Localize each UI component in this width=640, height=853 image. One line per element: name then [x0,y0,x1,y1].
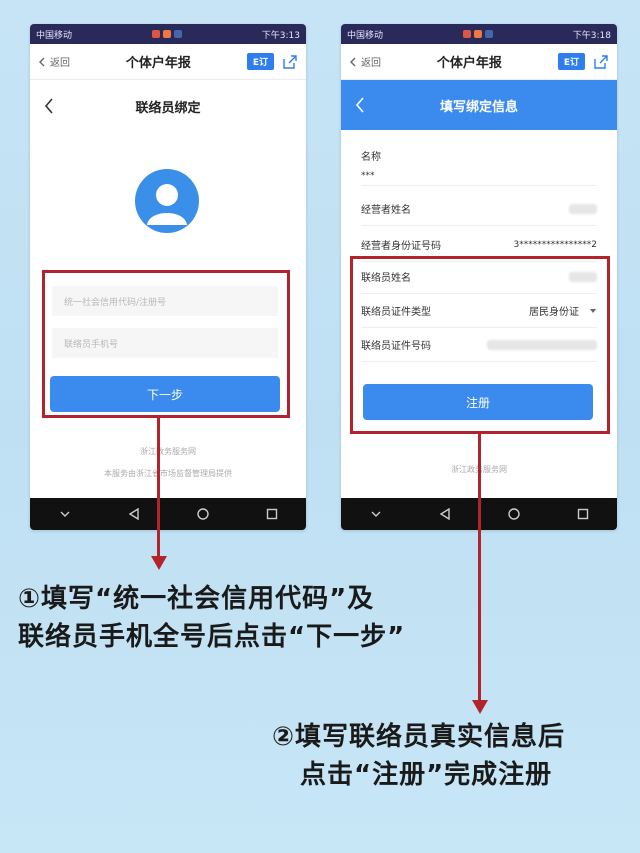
back-link[interactable]: 返回 [349,54,381,69]
android-nav-bar [30,498,306,530]
status-icons [151,30,182,38]
highlight-box-step2 [350,256,610,434]
notification-icon [173,30,182,38]
carrier-label: 中国移动 [347,30,384,41]
e-order-button[interactable]: E订 [557,53,585,70]
nav-actions: E订 [557,53,609,70]
back-label: 返回 [361,58,381,69]
operator-name-row: 经营者姓名 [361,192,597,226]
page-title: 填写绑定信息 [439,99,518,115]
back-arrow-icon[interactable] [44,98,54,114]
home-circle-icon[interactable] [507,508,520,520]
nav-title: 个体户年报 [436,56,502,71]
back-label: 返回 [50,58,70,69]
highlight-box-step1 [42,270,290,418]
step2-caption-line2: 点击“注册”完成注册 [300,760,553,790]
page-header: 联络员绑定 [30,80,306,132]
operator-name-label: 经营者姓名 [361,205,411,216]
back-triangle-icon[interactable] [128,508,140,520]
chevron-left-icon [350,57,356,66]
chevron-down-icon[interactable] [370,509,382,519]
status-bar: 中国移动 下午3:13 [30,24,306,44]
chevron-down-icon[interactable] [59,509,71,519]
carrier-label: 中国移动 [36,30,73,41]
arrow-head-step2 [472,700,488,714]
home-circle-icon[interactable] [196,508,209,520]
page-header: 填写绑定信息 [341,80,617,130]
name-value-row: *** [361,166,597,186]
name-label-row: 名称 [361,148,597,163]
name-value: *** [361,170,375,181]
notification-icon [462,30,471,38]
back-arrow-icon[interactable] [355,97,365,113]
share-icon[interactable] [282,54,298,70]
arrow-head-step1 [151,556,167,570]
clock-label: 下午3:13 [261,30,300,41]
app-navbar: 返回 个体户年报 E订 [30,44,306,80]
page-title: 联络员绑定 [135,100,201,116]
step2-caption-line1: ②填写联络员真实信息后 [272,722,566,752]
clock-label: 下午3:18 [572,30,611,41]
arrow-line-step2 [478,434,481,702]
back-triangle-icon[interactable] [439,508,451,520]
back-link[interactable]: 返回 [38,54,70,69]
notification-icon [162,30,171,38]
name-label: 名称 [361,152,381,163]
notification-icon [473,30,482,38]
nav-title: 个体户年报 [125,56,191,71]
step1-caption-line2: 联络员手机全号后点击“下一步” [18,622,406,652]
recents-square-icon[interactable] [266,508,278,520]
arrow-line-step1 [157,418,160,558]
footer-line-1: 浙江政务服务网 [140,447,196,456]
operator-name-value [569,203,597,214]
footer-line-2: 本服务由浙江省市场监督管理局提供 [104,469,232,478]
avatar-icon [135,169,199,233]
e-order-button[interactable]: E订 [246,53,274,70]
operator-id-value: 3****************2 [513,239,597,250]
recents-square-icon[interactable] [577,508,589,520]
step1-caption-line1: ①填写“统一社会信用代码”及 [18,584,375,614]
notification-icon [484,30,493,38]
chevron-left-icon [39,57,45,66]
operator-id-label: 经营者身份证号码 [361,241,441,252]
share-icon[interactable] [593,54,609,70]
status-icons [462,30,493,38]
app-navbar: 返回 个体户年报 E订 [341,44,617,80]
status-bar: 中国移动 下午3:18 [341,24,617,44]
notification-icon [151,30,160,38]
nav-actions: E订 [246,53,298,70]
